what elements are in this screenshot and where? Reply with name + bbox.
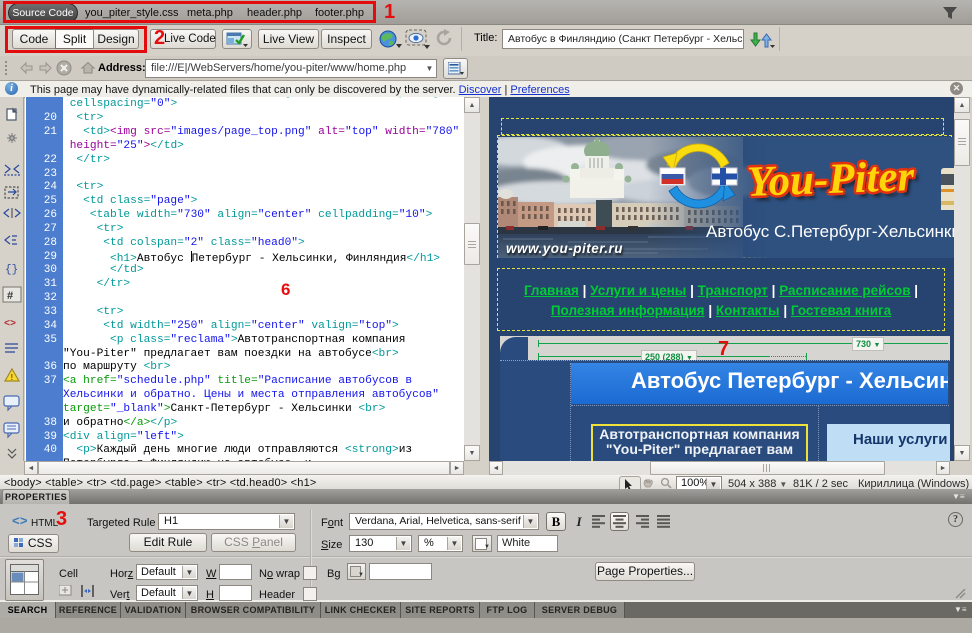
svg-text:!: !	[11, 373, 14, 382]
svg-text:{}: {}	[5, 264, 18, 276]
svg-text:<>: <>	[4, 319, 16, 330]
svg-text:#: #	[7, 290, 13, 302]
